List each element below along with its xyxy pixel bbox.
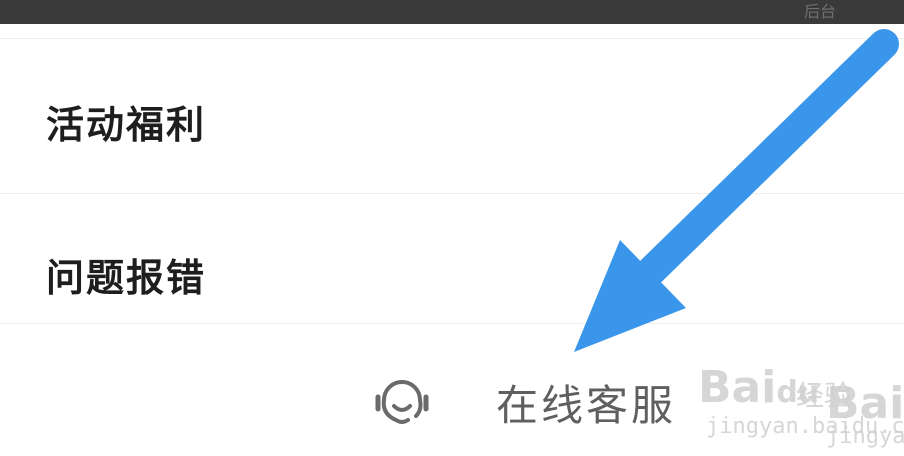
divider — [0, 38, 904, 39]
menu-item-report-issue[interactable]: 问题报错 — [0, 195, 904, 323]
menu-item-activity-benefits[interactable]: 活动福利 — [0, 40, 904, 190]
top-bar: 后台 — [0, 0, 904, 24]
divider — [0, 323, 904, 324]
watermark-brand-cn: 经验 — [796, 379, 853, 412]
watermark-logo: Baidu — [698, 362, 819, 413]
divider — [0, 193, 904, 194]
watermark-brand-sub: du — [776, 375, 820, 410]
menu-item-label: 问题报错 — [46, 256, 207, 300]
online-support-button[interactable]: 在线客服 — [370, 362, 676, 442]
headset-icon — [370, 370, 434, 434]
online-support-label: 在线客服 — [496, 380, 677, 430]
watermark-url: jingyan.baidu.com — [706, 414, 904, 439]
menu-item-label: 活动福利 — [46, 103, 207, 147]
top-bar-partial-text: 后台 — [804, 2, 837, 21]
watermark-logo-right: Bai — [826, 378, 904, 429]
watermark-brand: Bai — [698, 362, 777, 413]
watermark-url-right: jingyan — [826, 424, 904, 449]
page: 后台 活动福利 问题报错 在线客服 Baidu 经验 jingyan.baidu… — [0, 0, 904, 456]
